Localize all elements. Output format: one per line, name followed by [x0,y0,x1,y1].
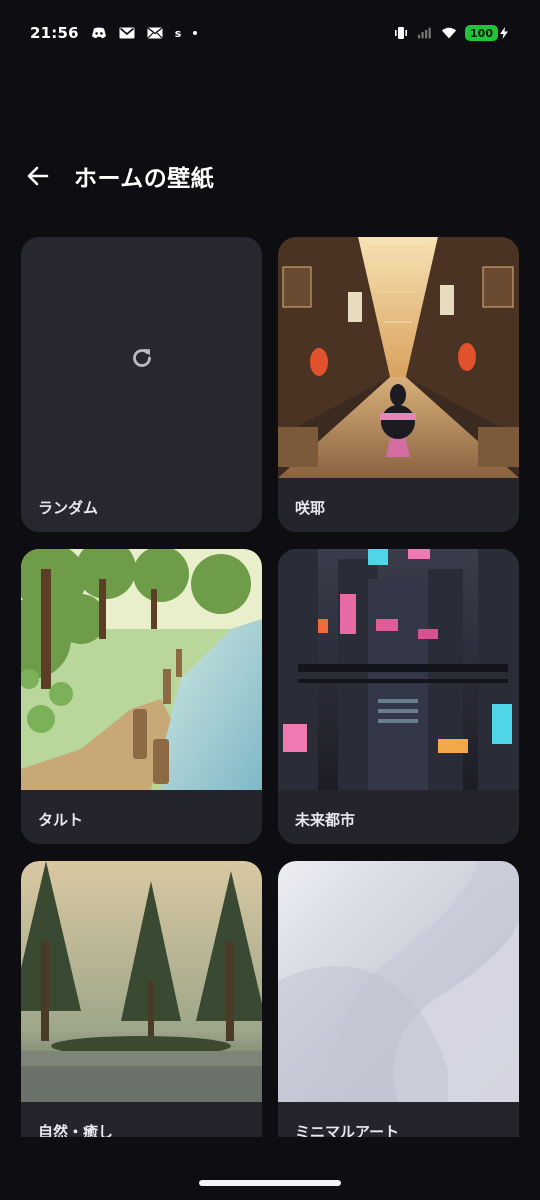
wallpaper-screen: 21:56 s 100 ホームの壁紙 ランダム 咲耶 タルト 未来都市 自然・癒… [0,0,540,1200]
wallpaper-card-minimal-art[interactable]: ミニマルアート [278,861,519,1137]
status-bar: 21:56 s 100 [0,0,540,66]
wallpaper-thumbnail-tart [21,549,262,790]
wallpaper-thumbnail-nature [21,861,262,1102]
wallpaper-label: 自然・癒し [38,1123,114,1137]
wallpaper-card-sakuya[interactable]: 咲耶 [278,237,519,532]
refresh-icon [133,349,151,367]
battery-indicator: 100 [465,25,498,41]
status-bar-left: 21:56 s [30,24,198,42]
wallpaper-label: タルト [38,811,84,829]
mail-icon [147,26,163,40]
gmail-icon [119,26,135,40]
wallpaper-thumbnail-future-city [278,549,519,790]
wallpaper-card-future-city[interactable]: 未来都市 [278,549,519,844]
home-indicator[interactable] [199,1180,341,1186]
notification-s: s [174,26,182,40]
wallpaper-thumbnail-sakuya [278,237,519,478]
wallpaper-card-random[interactable]: ランダム [21,237,262,532]
charging-icon [500,26,508,40]
wallpaper-card-nature[interactable]: 自然・癒し [21,861,262,1137]
wallpaper-label: 未来都市 [295,811,356,829]
more-notifications-dot [193,31,198,35]
back-button[interactable] [24,162,52,190]
status-bar-right: 100 [393,25,508,41]
wifi-icon [441,26,457,40]
vibrate-icon [393,26,409,40]
wallpaper-thumbnail-minimal-art [278,861,519,1102]
wallpaper-label: ミニマルアート [295,1123,400,1137]
signal-icon [417,26,433,40]
wallpaper-label: 咲耶 [295,499,326,517]
back-arrow-icon [27,166,49,186]
wallpaper-grid: ランダム 咲耶 タルト 未来都市 自然・癒し ミニマルアート [21,237,519,1137]
page-title: ホームの壁紙 [74,166,215,192]
clock: 21:56 [30,24,79,42]
wallpaper-card-tart[interactable]: タルト [21,549,262,844]
discord-icon [91,26,107,40]
app-header: ホームの壁紙 [0,150,540,202]
wallpaper-label: ランダム [38,499,99,517]
